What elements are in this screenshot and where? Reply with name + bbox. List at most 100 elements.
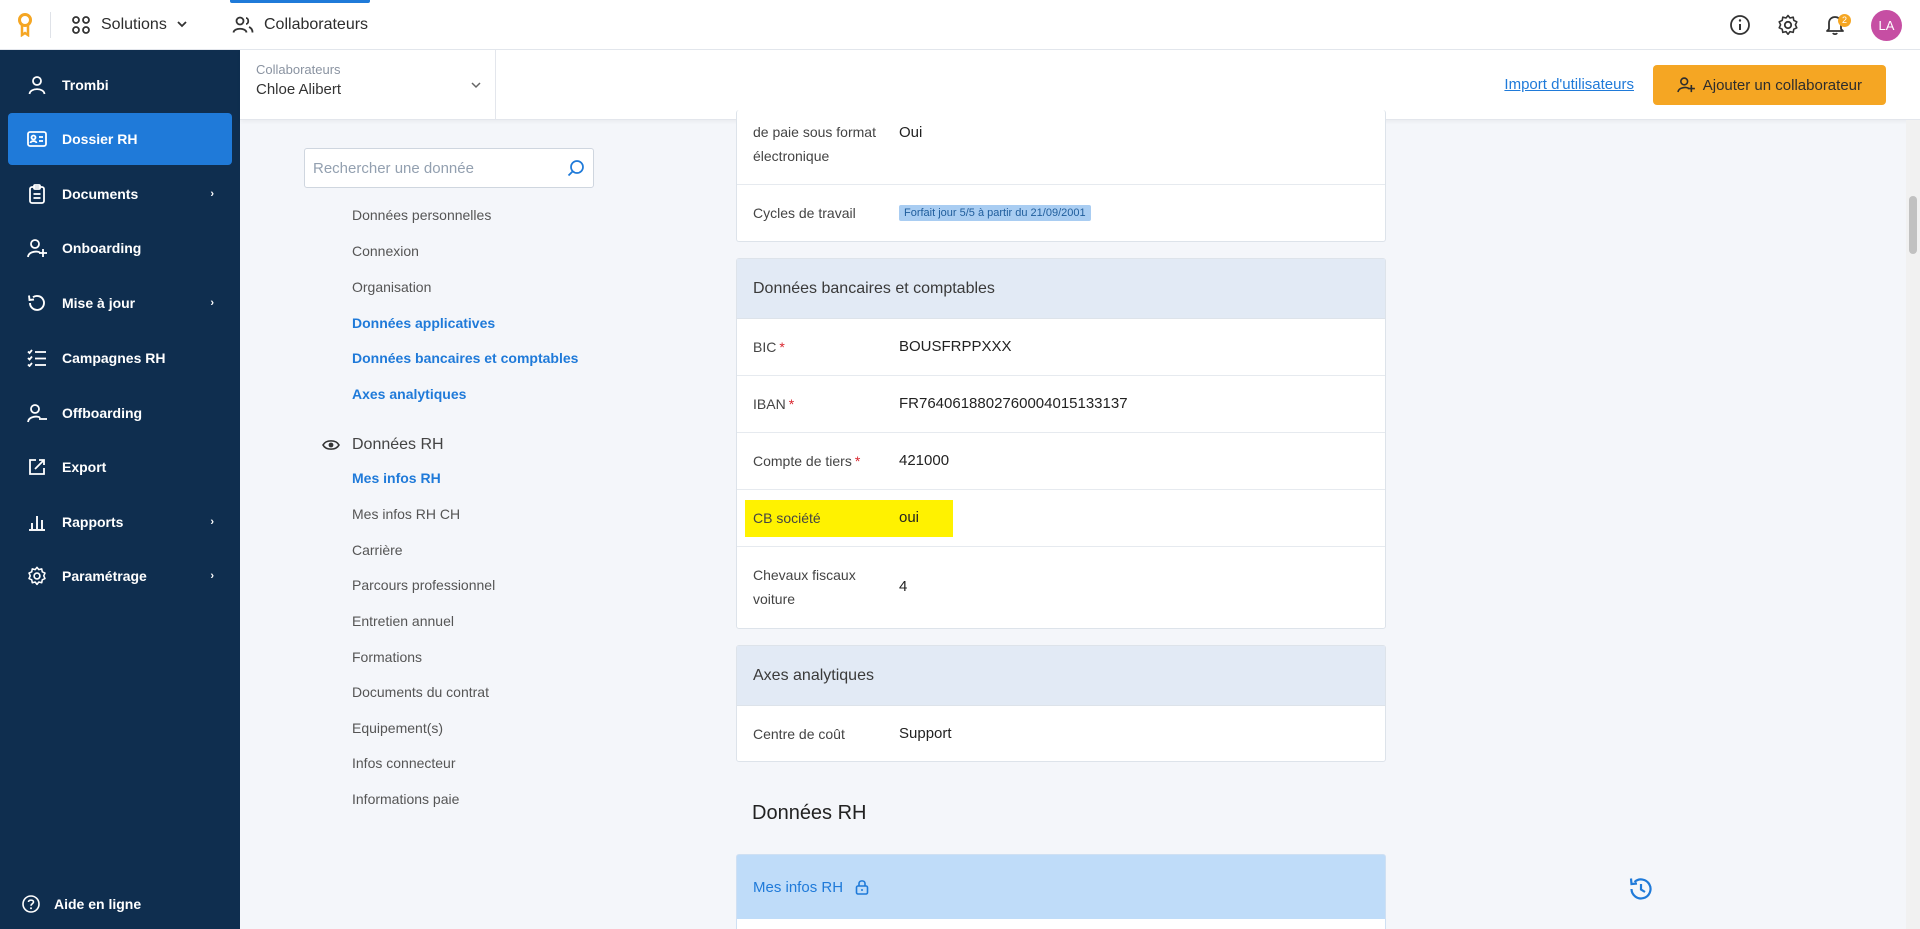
datanav-item-informations-paie[interactable]: Informations paie [352, 791, 459, 807]
card-title: Axes analytiques [737, 646, 1385, 706]
iban-value: FR7640618802760004015133137 [899, 395, 1128, 412]
datanav-item-infos-connecteur[interactable]: Infos connecteur [352, 755, 456, 771]
row-label: voiture [753, 591, 796, 607]
row-label: IBAN * [753, 392, 794, 416]
card-mes-infos-rh: Mes infos RH [736, 854, 1386, 929]
bic-label: BIC [753, 339, 777, 355]
datanav-item-axes-analytiques[interactable]: Axes analytiques [352, 386, 466, 402]
data-search-input[interactable] [313, 159, 567, 177]
card-blue-body [737, 919, 1385, 929]
sidebar-item-label: Offboarding [62, 405, 143, 421]
topbar-divider [50, 11, 51, 38]
eye-icon[interactable] [322, 439, 340, 451]
collaborator-select[interactable]: Collaborateurs Chloe Alibert [240, 50, 496, 120]
help-link[interactable]: Aide en ligne [22, 895, 141, 913]
row-label: Compte de tiers * [753, 449, 860, 473]
data-search-field[interactable] [304, 148, 594, 188]
sidebar-item-export[interactable]: Export [8, 441, 232, 493]
collaborator-select-label: Collaborateurs [256, 62, 341, 77]
tiers-label: Compte de tiers [753, 453, 852, 469]
row-bic: BIC * BOUSFRPPXXX [737, 319, 1385, 376]
user-avatar[interactable]: LA [1871, 9, 1902, 41]
settings-gear-icon[interactable] [1777, 14, 1799, 36]
chevron-down-icon [177, 21, 187, 28]
datanav-item-carriere[interactable]: Carrière [352, 542, 403, 558]
notifications-bell[interactable]: 2 [1825, 14, 1851, 36]
row-label: Cycles de travail [753, 205, 856, 221]
user-plus-icon [26, 238, 48, 258]
sidebar-item-mise-a-jour[interactable]: Mise à jour › [8, 277, 232, 329]
sidebar-item-campagnes-rh[interactable]: Campagnes RH [8, 332, 232, 384]
sidebar-item-label: Campagnes RH [62, 350, 166, 366]
sidebar-item-label: Documents [62, 186, 139, 202]
cc-label: Centre de coût [753, 726, 845, 742]
row-cycles-de-travail: Cycles de travail Forfait jour 5/5 à par… [737, 185, 1385, 242]
cb-label: CB société [753, 510, 821, 526]
lock-icon [855, 879, 869, 895]
module-label: Collaborateurs [264, 16, 369, 33]
sidebar-item-label: Onboarding [62, 240, 142, 256]
sidebar-item-documents[interactable]: Documents › [8, 168, 232, 220]
search-icon[interactable] [567, 159, 585, 177]
gear-icon [26, 566, 48, 586]
cv-value: 4 [899, 578, 908, 595]
iban-label: IBAN [753, 396, 786, 412]
page-scrollbar[interactable] [1906, 120, 1920, 929]
add-collaborator-button[interactable]: Ajouter un collaborateur [1652, 65, 1886, 105]
tab-collaborateurs[interactable]: Collaborateurs [230, 0, 371, 50]
datanav-item-organisation[interactable]: Organisation [352, 279, 431, 295]
datanav-item-mes-infos-rh[interactable]: Mes infos RH [352, 470, 441, 486]
clipboard-icon [26, 184, 48, 204]
card-axes-analytiques: Axes analytiques Centre de coût Support [736, 645, 1386, 762]
datanav-item-entretien-annuel[interactable]: Entretien annuel [352, 613, 454, 629]
list-check-icon [26, 349, 48, 367]
datanav-item-donnees-applicatives[interactable]: Données applicatives [352, 315, 495, 331]
chevron-right-icon: › [210, 516, 214, 528]
required-mark: * [788, 396, 795, 412]
sidebar-nav: Trombi Dossier RH Documents › Onboarding… [0, 50, 240, 929]
refresh-icon [26, 294, 48, 312]
datanav-item-connexion[interactable]: Connexion [352, 243, 419, 259]
scrollbar-thumb[interactable] [1909, 196, 1917, 254]
datanav-item-donnees-bancaires[interactable]: Données bancaires et comptables [352, 350, 578, 366]
sidebar-item-dossier-rh[interactable]: Dossier RH [8, 113, 232, 165]
add-collaborator-label: Ajouter un collaborateur [1702, 76, 1862, 94]
help-label: Aide en ligne [54, 896, 142, 912]
cc-value: Support [899, 725, 952, 742]
datanav-section-donnees-rh[interactable]: Données RH [322, 436, 444, 454]
notification-count-badge: 2 [1838, 14, 1851, 27]
tiers-value: 421000 [899, 452, 950, 469]
sidebar-item-label: Mise à jour [62, 295, 136, 311]
sidebar-item-onboarding[interactable]: Onboarding [8, 222, 232, 274]
solutions-menu[interactable]: Solutions [71, 15, 187, 35]
card-blue-header[interactable]: Mes infos RH [737, 855, 1385, 919]
datanav-item-parcours-professionnel[interactable]: Parcours professionnel [352, 577, 495, 593]
datanav-item-equipements[interactable]: Equipement(s) [352, 720, 443, 736]
import-users-link[interactable]: Import d'utilisateurs [1504, 76, 1634, 93]
datanav-item-mes-infos-rh-ch[interactable]: Mes infos RH CH [352, 506, 460, 522]
sidebar-item-label: Paramétrage [62, 568, 147, 584]
topbar-actions: 2 LA [1729, 0, 1902, 50]
info-icon[interactable] [1729, 14, 1751, 36]
solutions-label: Solutions [101, 15, 167, 33]
sidebar-item-trombi[interactable]: Trombi [8, 59, 232, 111]
app-logo[interactable] [0, 0, 50, 50]
top-bar: Solutions Collaborateurs 2 LA [0, 0, 1920, 50]
datanav-item-documents-du-contrat[interactable]: Documents du contrat [352, 684, 489, 700]
sidebar-item-parametrage[interactable]: Paramétrage › [8, 550, 232, 602]
chevron-right-icon: › [210, 570, 214, 582]
datanav-item-formations[interactable]: Formations [352, 649, 422, 665]
help-icon [22, 895, 40, 913]
id-card-icon [26, 131, 48, 147]
work-cycle-badge: Forfait jour 5/5 à partir du 21/09/2001 [899, 205, 1091, 221]
datanav-item-donnees-personnelles[interactable]: Données personnelles [352, 207, 491, 223]
sidebar-item-offboarding[interactable]: Offboarding [8, 387, 232, 439]
users-icon [232, 16, 254, 34]
bar-chart-icon [26, 513, 48, 531]
card-donnees-bancaires: Données bancaires et comptables BIC * BOU… [736, 258, 1386, 629]
required-mark: * [854, 453, 861, 469]
sidebar-item-rapports[interactable]: Rapports › [8, 496, 232, 548]
row-label: de paie sous format [753, 124, 876, 140]
logo-icon [18, 12, 32, 37]
history-icon[interactable] [1628, 876, 1654, 902]
